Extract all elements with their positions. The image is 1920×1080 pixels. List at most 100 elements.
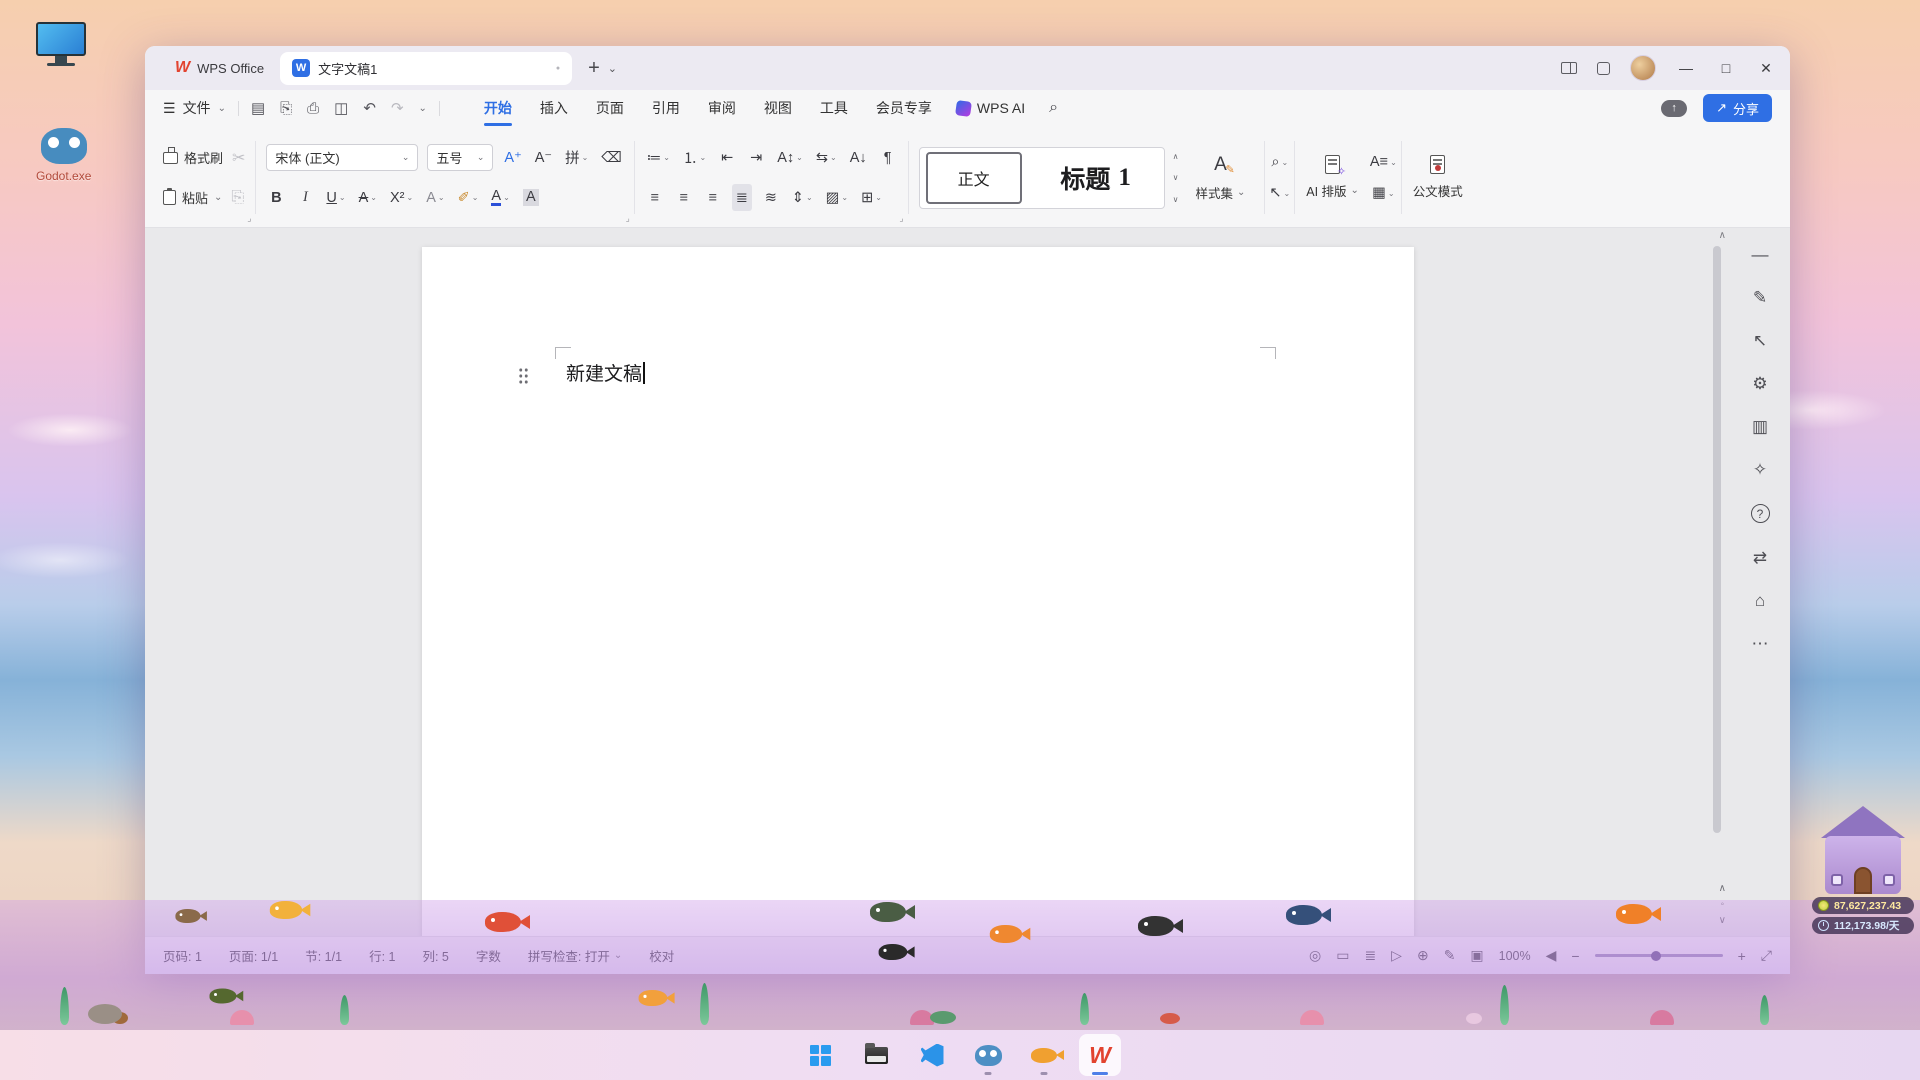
minimize-button[interactable]: — <box>1676 60 1696 76</box>
paragraph-drag-handle-icon[interactable] <box>518 367 529 385</box>
align-right-button[interactable]: ≡ <box>703 184 723 211</box>
taskbar-file-explorer[interactable] <box>855 1034 897 1076</box>
taskbar-godot[interactable] <box>967 1034 1009 1076</box>
official-doc-mode-button[interactable]: 公文模式 <box>1404 131 1472 224</box>
sort-button[interactable]: A↓ <box>848 144 869 171</box>
desktop-icon-godot[interactable]: Godot.exe <box>36 128 91 183</box>
status-word-count[interactable]: 字数 <box>476 946 501 965</box>
dialog-launcher-icon[interactable]: ⌟ <box>626 213 630 224</box>
clear-format-button[interactable]: ⌫ <box>599 144 624 171</box>
gallery-more-icon[interactable]: ∨ <box>1173 195 1179 204</box>
status-page-count[interactable]: 页面: 1/1 <box>229 946 278 965</box>
numbering-button[interactable]: ⒈⌄ <box>681 144 708 171</box>
settings-sliders-icon[interactable]: ⚙ <box>1752 375 1767 392</box>
font-size-select[interactable]: 五号 ⌄ <box>427 144 493 171</box>
file-menu[interactable]: ☰ 文件 ⌄ <box>163 98 226 118</box>
bullets-button[interactable]: ≔⌄ <box>645 144 672 171</box>
new-tab-button[interactable]: + <box>588 57 600 80</box>
italic-button[interactable]: I <box>295 184 315 211</box>
distribute-button[interactable]: ≋ <box>761 184 781 211</box>
outline-view-icon[interactable]: ≣ <box>1364 947 1376 964</box>
eye-protect-icon[interactable]: ◎ <box>1309 947 1321 964</box>
status-page-number[interactable]: 页码: 1 <box>163 946 202 965</box>
app-box-icon[interactable] <box>1597 62 1610 75</box>
zoom-out-button[interactable]: − <box>1571 948 1579 964</box>
superscript-button[interactable]: X²⌄ <box>388 184 415 211</box>
underline-button[interactable]: U⌄ <box>324 184 347 211</box>
format-painter-button[interactable]: 格式刷 <box>163 148 223 167</box>
toolbox-icon[interactable]: ▥ <box>1752 418 1768 435</box>
prev-page-icon[interactable]: ∧ <box>1719 883 1726 894</box>
shrink-font-button[interactable]: A⁻ <box>533 144 554 171</box>
tab-review[interactable]: 审阅 <box>694 91 750 125</box>
print-icon[interactable]: ⎙ <box>307 100 319 117</box>
paragraph-marks-button[interactable]: ¶ <box>878 144 898 171</box>
scrollbar-thumb[interactable] <box>1713 246 1721 833</box>
tab-reference[interactable]: 引用 <box>638 91 694 125</box>
annotate-pen-icon[interactable]: ✎ <box>1753 289 1767 306</box>
highlight-button[interactable]: ✐⌄ <box>456 184 481 211</box>
borders-button[interactable]: ⊞⌄ <box>859 184 884 211</box>
select-cursor-icon[interactable]: ↖ <box>1753 332 1767 349</box>
dialog-launcher-icon[interactable]: ⌟ <box>899 213 903 224</box>
more-options-icon[interactable]: ⋯ <box>1752 635 1769 652</box>
redo-icon[interactable]: ↷ <box>391 99 404 117</box>
status-section[interactable]: 节: 1/1 <box>305 946 342 965</box>
fullscreen-icon[interactable]: ⤢ <box>1761 947 1772 964</box>
tab-home[interactable]: 开始 <box>470 91 526 125</box>
gallery-up-icon[interactable]: ∧ <box>1173 152 1179 161</box>
desktop-icon-monitor[interactable] <box>36 22 86 66</box>
tab-wps-home[interactable]: W WPS Office <box>159 46 280 90</box>
play-view-icon[interactable]: ▷ <box>1391 947 1402 964</box>
browse-object-icon[interactable]: ◦ <box>1721 899 1725 910</box>
tab-page[interactable]: 页面 <box>582 91 638 125</box>
status-line[interactable]: 行: 1 <box>369 946 395 965</box>
desktop-pet-house-widget[interactable]: 87,627,237.43 112,173.98/天 <box>1810 806 1916 934</box>
page-view-icon[interactable]: ▭ <box>1336 947 1349 964</box>
collapse-panel-icon[interactable]: — <box>1752 246 1769 263</box>
copy-icon[interactable]: ⎘ <box>231 189 244 207</box>
tab-membership[interactable]: 会员专享 <box>862 91 946 125</box>
share-button[interactable]: ↗ 分享 <box>1703 94 1772 122</box>
status-column[interactable]: 列: 5 <box>422 946 448 965</box>
zoom-slider-knob[interactable] <box>1651 951 1661 961</box>
vertical-scrollbar[interactable] <box>1713 246 1721 870</box>
zoom-pointer-icon[interactable]: ◀ <box>1546 947 1557 964</box>
cut-icon[interactable]: ✂ <box>232 148 245 168</box>
status-proofread[interactable]: 校对 <box>649 946 674 965</box>
shading-button[interactable]: ▨⌄ <box>824 184 850 211</box>
char-shading-button[interactable]: A <box>521 184 541 211</box>
wordart-button[interactable]: A⌄ <box>424 184 446 211</box>
font-color-button[interactable]: A⌄ <box>489 184 511 211</box>
find-button[interactable]: ⌕⌄ <box>1267 149 1292 176</box>
ink-pen-icon[interactable]: ✎ <box>1444 947 1456 964</box>
maximize-button[interactable]: □ <box>1716 60 1736 76</box>
gallery-down-icon[interactable]: ∨ <box>1173 173 1179 182</box>
fit-page-icon[interactable]: ▣ <box>1470 947 1483 964</box>
style-set-button[interactable]: A✎ 样式集⌄ <box>1186 154 1254 202</box>
taskbar-vscode[interactable] <box>911 1034 953 1076</box>
font-name-select[interactable]: 宋体 (正文) ⌄ <box>266 144 418 171</box>
skin-theme-icon[interactable]: ⌂ <box>1755 592 1765 609</box>
bold-button[interactable]: B <box>266 184 286 211</box>
tab-tools[interactable]: 工具 <box>806 91 862 125</box>
paste-button[interactable]: 粘贴 ⌄ <box>163 188 222 207</box>
convert-sync-icon[interactable]: ⇄ <box>1753 549 1767 566</box>
taskbar-fish-app[interactable] <box>1023 1034 1065 1076</box>
document-page[interactable]: 新建文稿 <box>422 247 1414 936</box>
undo-icon[interactable]: ↶ <box>363 99 376 117</box>
quick-access-chevron-icon[interactable]: ⌄ <box>419 103 427 114</box>
web-view-icon[interactable]: ⊕ <box>1417 947 1429 964</box>
line-spacing-button[interactable]: ⇕⌄ <box>790 184 815 211</box>
print-preview-icon[interactable]: ◫ <box>334 99 348 117</box>
export-icon[interactable]: ⎘ <box>280 100 292 117</box>
select-button[interactable]: ↖⌄ <box>1267 180 1292 207</box>
search-icon[interactable]: ⌕ <box>1049 99 1058 117</box>
help-icon[interactable]: ? <box>1751 504 1770 523</box>
taskbar-wps[interactable]: W <box>1079 1034 1121 1076</box>
status-spellcheck[interactable]: 拼写检查: 打开⌄ <box>528 946 622 965</box>
save-icon[interactable]: ▤ <box>251 99 265 117</box>
panes-button[interactable]: ▦⌄ <box>1368 180 1399 207</box>
cloud-upload-icon[interactable]: ↑ <box>1661 100 1687 117</box>
grow-font-button[interactable]: A⁺ <box>502 144 523 171</box>
